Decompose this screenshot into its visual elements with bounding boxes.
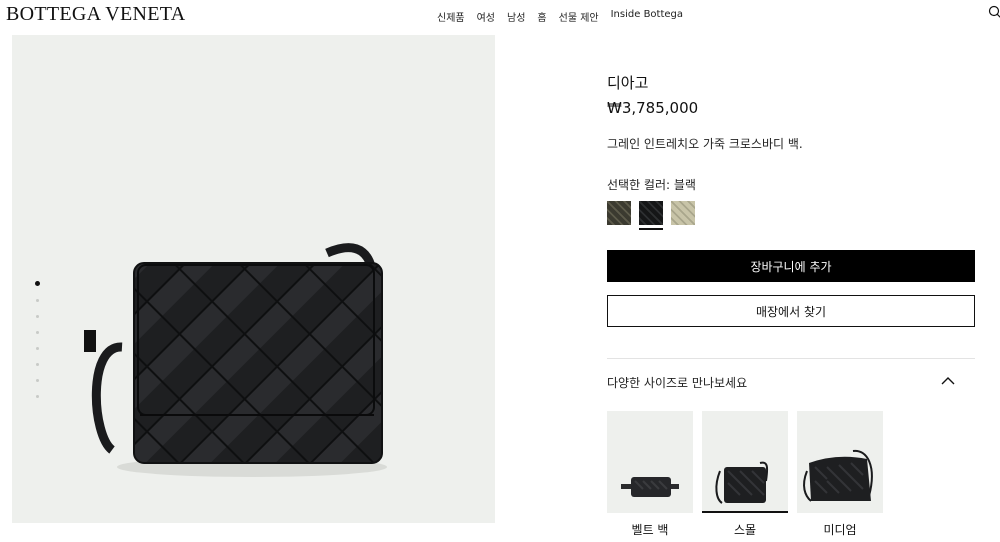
swatch-black[interactable] [639,201,663,230]
sizes-accordion-header[interactable]: 다양한 사이즈로 만나보세요 [607,374,975,392]
nav-item-gifts[interactable]: 선물 제안 [559,9,599,24]
gallery-dot[interactable] [35,299,39,302]
gallery-pagination [34,281,40,411]
gallery-dot[interactable] [35,379,39,382]
section-divider [607,358,975,359]
nav-item-new[interactable]: 신제품 [437,9,465,24]
swatch-olive[interactable] [607,201,631,225]
product-gallery[interactable] [12,35,495,523]
nav-item-women[interactable]: 여성 [477,9,495,24]
size-option-small[interactable]: 스몰 [702,411,788,538]
size-thumbnail [797,411,883,513]
brand-logo[interactable]: BOTTEGA VENETA [6,3,185,26]
size-label: 미디엄 [823,523,857,537]
medium-bag-image [803,449,873,502]
product-description: 그레인 인트레치오 가죽 크로스바디 백. [607,137,803,151]
size-options: 벨트 백 스몰 미디엄 [607,411,883,538]
add-to-cart-button[interactable]: 장바구니에 추가 [607,250,975,282]
color-swatches [607,201,975,230]
size-option-belt-bag[interactable]: 벨트 백 [607,411,693,538]
small-bag-image [715,461,769,504]
size-thumbnail [607,411,693,513]
gallery-dot[interactable] [35,347,39,350]
gallery-dot[interactable] [35,395,39,398]
sizes-title: 다양한 사이즈로 만나보세요 [607,376,748,390]
main-nav: 신제품 여성 남성 홈 선물 제안 Inside Bottega [437,9,683,24]
gallery-dot[interactable] [34,281,40,286]
size-label: 스몰 [733,523,757,537]
size-thumbnail [702,411,788,513]
size-label: 벨트 백 [631,523,669,537]
swatch-beige[interactable] [671,201,695,225]
nav-item-inside-bottega[interactable]: Inside Bottega [611,9,683,24]
belt-bag-image [621,477,679,497]
find-in-store-button[interactable]: 매장에서 찾기 [607,295,975,327]
gallery-dot[interactable] [35,331,39,334]
site-header: BOTTEGA VENETA 신제품 여성 남성 홈 선물 제안 Inside … [0,0,1000,30]
product-image [84,243,387,477]
product-price: ₩3,785,000 [607,99,699,117]
gallery-dot[interactable] [35,363,39,366]
size-option-medium[interactable]: 미디엄 [797,411,883,538]
product-info: 디아고 ₩3,785,000 그레인 인트레치오 가죽 크로스바디 백. 선택한… [607,70,975,230]
product-name: 디아고 [607,74,649,92]
nav-item-men[interactable]: 남성 [507,9,525,24]
nav-item-home[interactable]: 홈 [537,9,546,24]
gallery-dot[interactable] [35,315,39,318]
selected-color-label: 선택한 컬러: 블랙 [607,178,696,192]
search-icon[interactable] [988,5,1000,19]
chevron-up-icon[interactable] [941,376,955,386]
